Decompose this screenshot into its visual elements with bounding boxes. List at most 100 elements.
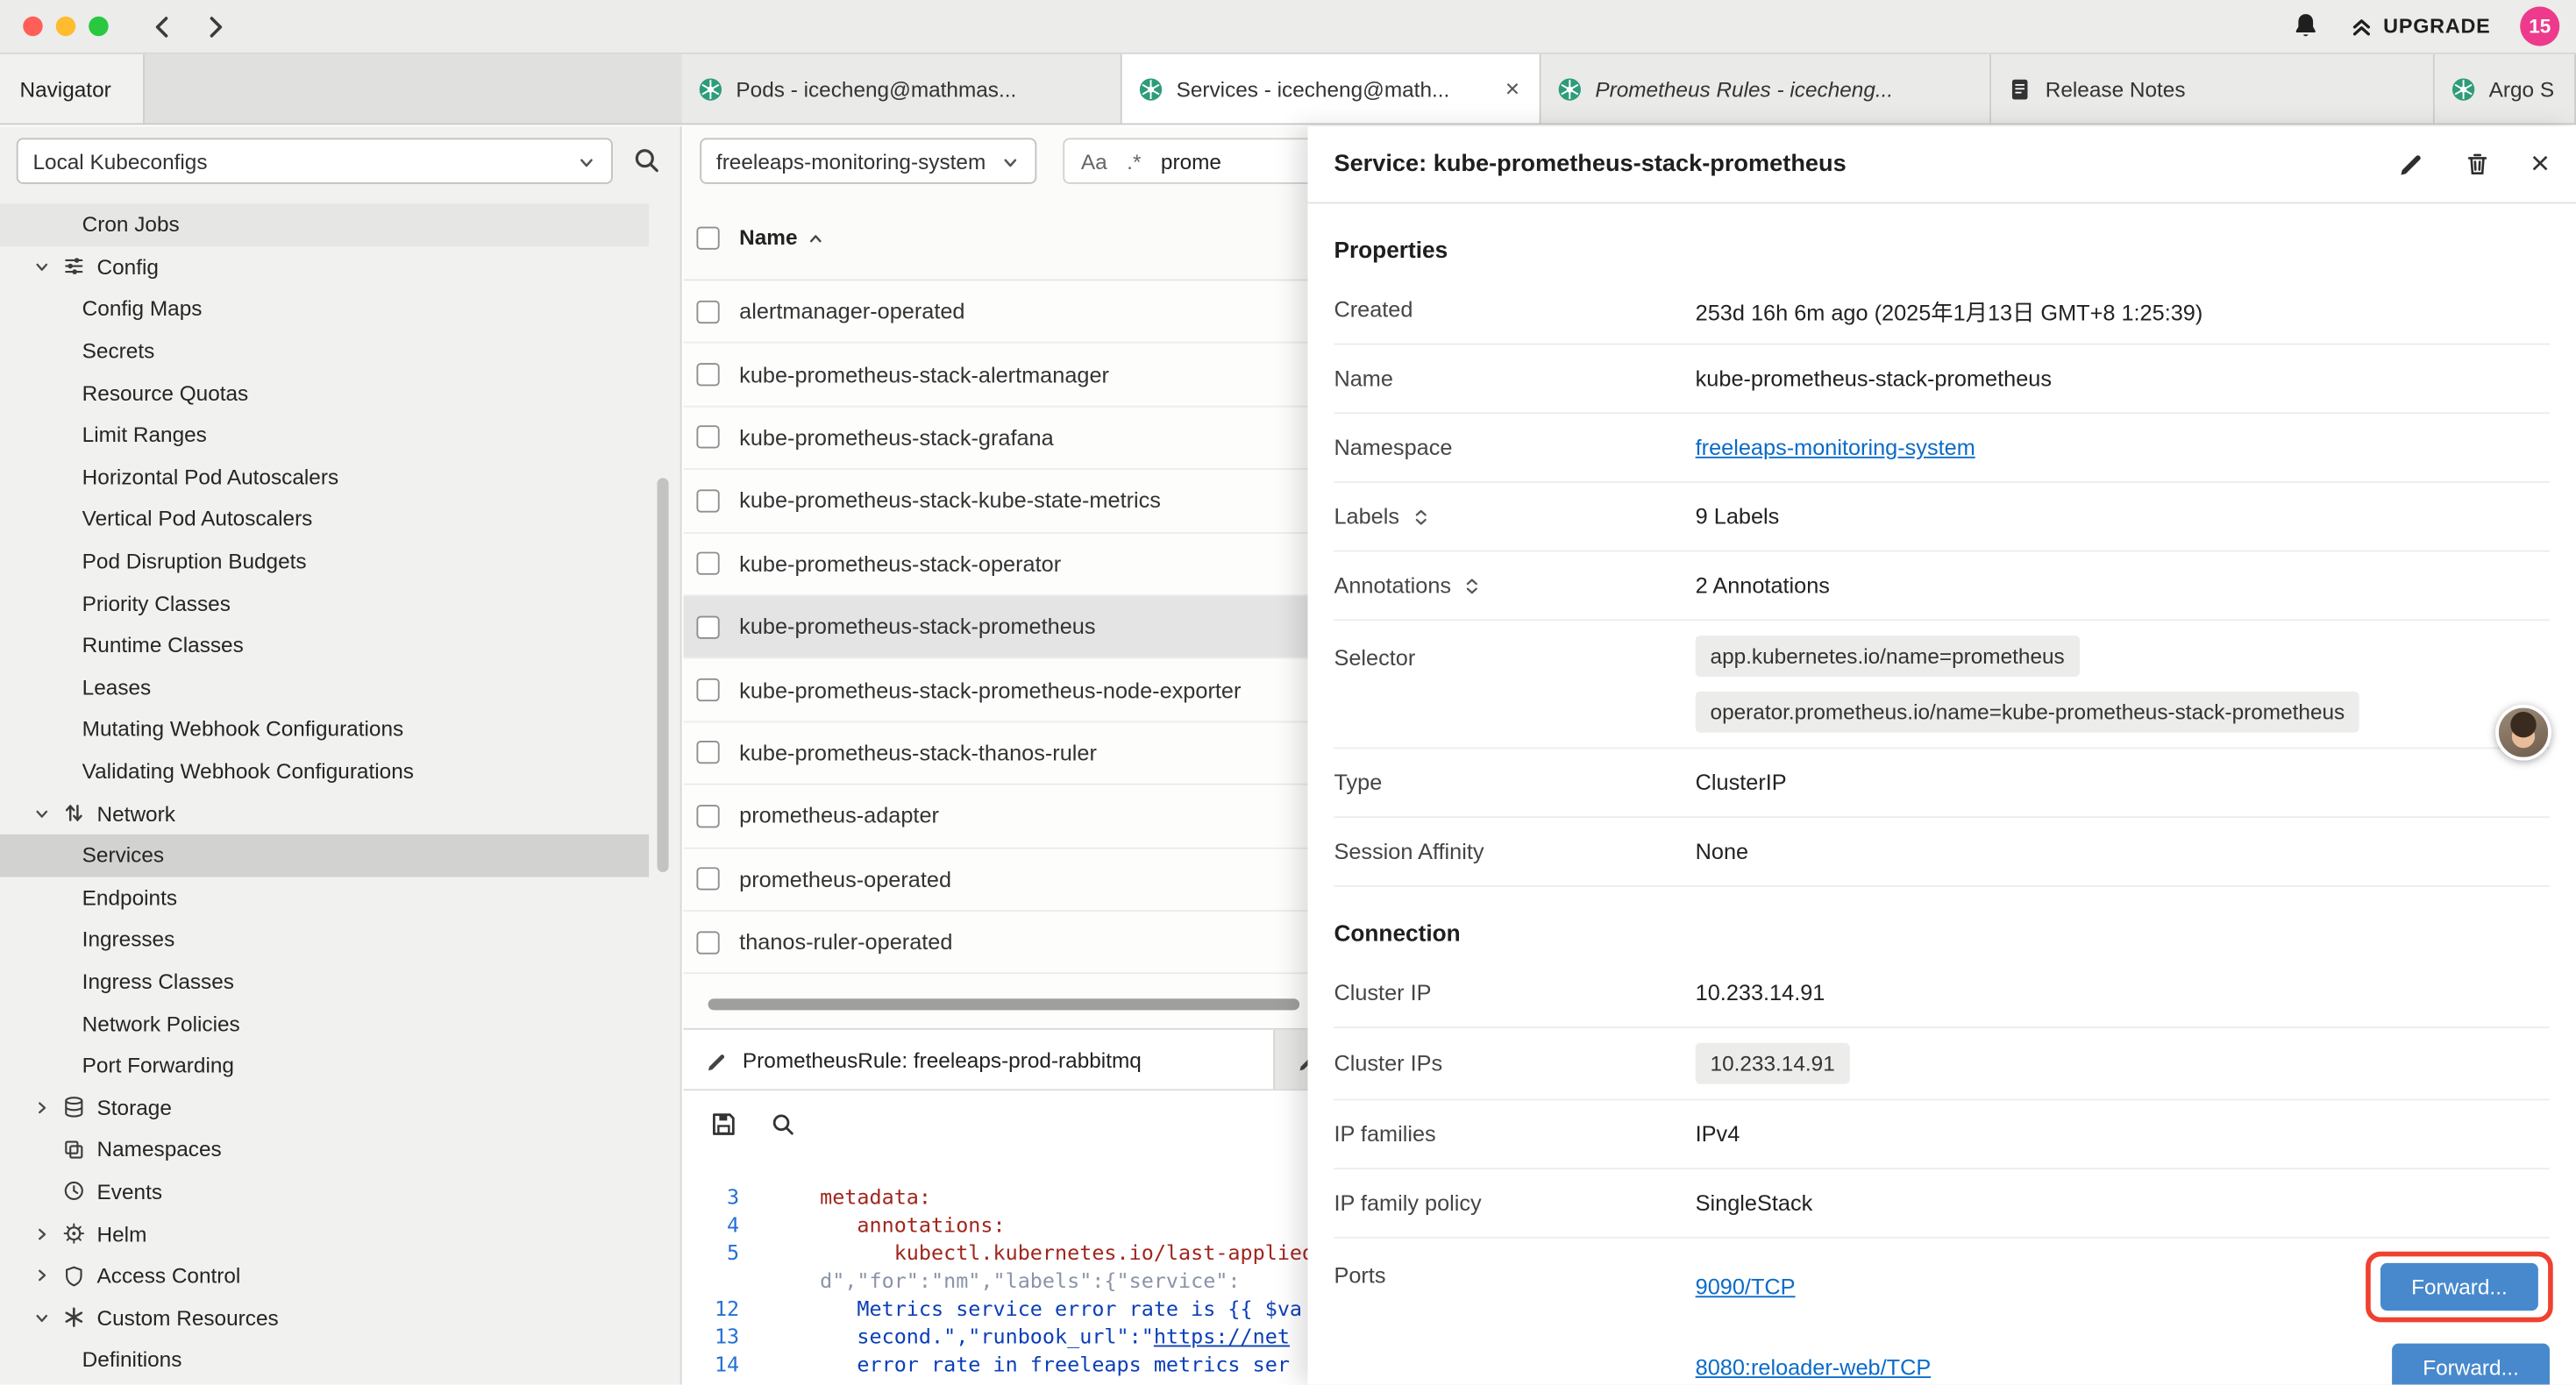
sidebar-item-ingresses[interactable]: Ingresses [0, 919, 649, 961]
sidebar-item-priority-classes[interactable]: Priority Classes [0, 582, 649, 624]
edit-service-button[interactable] [2399, 150, 2425, 180]
match-case-toggle[interactable]: Aa [1081, 149, 1107, 174]
sidebar-item-ingress-classes[interactable]: Ingress Classes [0, 961, 649, 1003]
sidebar-item-helm[interactable]: Helm [0, 1212, 649, 1254]
port-link[interactable]: 8080:reloader-web/TCP [1696, 1354, 1932, 1379]
forward-button[interactable]: Forward... [2392, 1343, 2550, 1385]
line-number: 13 [683, 1324, 755, 1348]
avatar[interactable] [2495, 705, 2551, 761]
row-value-text: None [1696, 839, 1748, 863]
row-checkbox[interactable] [696, 931, 719, 954]
sidebar-scrollbar-thumb[interactable] [657, 478, 668, 872]
expand-toggle[interactable] [1411, 507, 1430, 526]
sidebar-item-access-control[interactable]: Access Control [0, 1254, 649, 1296]
expand-toggle[interactable] [1462, 576, 1482, 595]
delete-service-button[interactable] [2465, 150, 2491, 180]
sidebar-item-secrets[interactable]: Secrets [0, 330, 649, 372]
sidebar-item-leases[interactable]: Leases [0, 666, 649, 708]
regex-toggle[interactable]: .* [1127, 149, 1141, 174]
chevron-down-icon [32, 1309, 51, 1327]
sidebar-item-label: Horizontal Pod Autoscalers [82, 465, 338, 489]
sidebar-item-pod-disruption-budgets[interactable]: Pod Disruption Budgets [0, 540, 649, 582]
sidebar-item-custom-resources[interactable]: Custom Resources [0, 1296, 649, 1339]
notification-count-badge[interactable]: 15 [2520, 6, 2559, 46]
namespace-selector[interactable]: freeleaps-monitoring-system [700, 138, 1036, 183]
tab-release-notes[interactable]: Release Notes [1991, 54, 2435, 124]
window-zoom-button[interactable] [89, 17, 108, 36]
search-icon [771, 1112, 795, 1137]
row-checkbox[interactable] [696, 489, 719, 512]
row-checkbox[interactable] [696, 552, 719, 575]
sidebar-item-resource-quotas[interactable]: Resource Quotas [0, 372, 649, 414]
upgrade-button[interactable]: UPGRADE [2349, 14, 2491, 39]
sidebar-item-label: Vertical Pod Autoscalers [82, 507, 313, 531]
sidebar-item-definitions[interactable]: Definitions [0, 1339, 649, 1381]
sidebar-item-runtime-classes[interactable]: Runtime Classes [0, 624, 649, 666]
sidebar-item-endpoints[interactable]: Endpoints [0, 877, 649, 919]
sidebar-item-events[interactable]: Events [0, 1170, 649, 1212]
sidebar-item-cron-jobs[interactable]: Cron Jobs [0, 203, 649, 245]
navigator-header: Navigator [0, 54, 682, 124]
tab-prometheus-rules-icecheng[interactable]: Prometheus Rules - icecheng... [1541, 54, 1991, 124]
window-close-button[interactable] [23, 17, 42, 36]
row-label-text: Name [1334, 366, 1392, 391]
row-checkbox[interactable] [696, 742, 719, 764]
sidebar-item-storage[interactable]: Storage [0, 1086, 649, 1128]
sidebar-item-label: Events [97, 1179, 162, 1204]
port-line: 9090/TCP Forward... [1696, 1254, 2550, 1319]
sidebar-item-port-forwarding[interactable]: Port Forwarding [0, 1044, 649, 1086]
sidebar-item-limit-ranges[interactable]: Limit Ranges [0, 414, 649, 456]
sidebar-item-config[interactable]: Config [0, 245, 649, 288]
horizontal-scrollbar-thumb[interactable] [708, 998, 1300, 1010]
sidebar-item-label: Services [82, 843, 164, 868]
dock-tab-prometheusrule[interactable]: PrometheusRule: freeleaps-prod-rabbitmq [683, 1030, 1275, 1089]
tab-close-icon[interactable]: × [1502, 75, 1523, 103]
back-button[interactable] [148, 12, 176, 40]
forward-button-nav[interactable] [202, 12, 230, 40]
save-button[interactable] [709, 1111, 737, 1140]
editor-search-button[interactable] [771, 1111, 795, 1140]
access-control-icon [62, 1264, 85, 1287]
row-checkbox[interactable] [696, 868, 719, 891]
tab-pods-icecheng-mathmas[interactable]: Pods - icecheng@mathmas... [682, 54, 1122, 124]
sidebar-item-network[interactable]: Network [0, 792, 649, 835]
row-checkbox[interactable] [696, 615, 719, 638]
notifications-bell-button[interactable] [2291, 11, 2319, 41]
sidebar-item-label: Mutating Webhook Configurations [82, 717, 404, 742]
sort-asc-wrap [808, 225, 826, 250]
sidebar-item-config-maps[interactable]: Config Maps [0, 288, 649, 330]
sidebar-item-validating-webhook-configurations[interactable]: Validating Webhook Configurations [0, 750, 649, 792]
row-checkbox[interactable] [696, 363, 719, 386]
save-icon [709, 1111, 737, 1139]
tab-argo-s[interactable]: Argo S [2435, 54, 2576, 124]
kubeconfig-selector[interactable]: Local Kubeconfigs [17, 138, 613, 183]
row-checkbox[interactable] [696, 300, 719, 323]
sidebar-search-button[interactable] [632, 146, 660, 176]
row-checkbox[interactable] [696, 805, 719, 827]
sidebar-item-mutating-webhook-configurations[interactable]: Mutating Webhook Configurations [0, 708, 649, 750]
forward-button[interactable]: Forward... [2380, 1262, 2538, 1310]
window-minimize-button[interactable] [56, 17, 75, 36]
name-column-header[interactable]: Name [739, 225, 825, 250]
sidebar-item-label: Endpoints [82, 885, 177, 910]
close-panel-button[interactable]: × [2530, 148, 2550, 181]
value-badge: 10.233.14.91 [1696, 1043, 1850, 1084]
namespace-link[interactable]: freeleaps-monitoring-system [1696, 436, 1975, 460]
row-checkbox[interactable] [696, 678, 719, 701]
sidebar-item-services[interactable]: Services [0, 835, 649, 877]
tab-label: Pods - icecheng@mathmas... [736, 76, 1016, 101]
window-controls [23, 17, 108, 36]
service-name: prometheus-operated [739, 867, 951, 891]
sidebar-item-vertical-pod-autoscalers[interactable]: Vertical Pod Autoscalers [0, 498, 649, 540]
select-all-checkbox[interactable] [696, 226, 719, 249]
sidebar-item-horizontal-pod-autoscalers[interactable]: Horizontal Pod Autoscalers [0, 456, 649, 498]
sidebar-item-network-policies[interactable]: Network Policies [0, 1002, 649, 1044]
sidebar-item-namespaces[interactable]: Namespaces [0, 1128, 649, 1170]
port-link[interactable]: 9090/TCP [1696, 1274, 1796, 1298]
line-number: 5 [683, 1240, 755, 1265]
back-arrow-icon [148, 12, 176, 40]
tab-services-icecheng-math[interactable]: Services - icecheng@math...× [1122, 54, 1541, 124]
row-checkbox[interactable] [696, 426, 719, 449]
row-label-text: Ports [1334, 1263, 1385, 1288]
service-name: kube-prometheus-stack-prometheus [739, 614, 1095, 639]
